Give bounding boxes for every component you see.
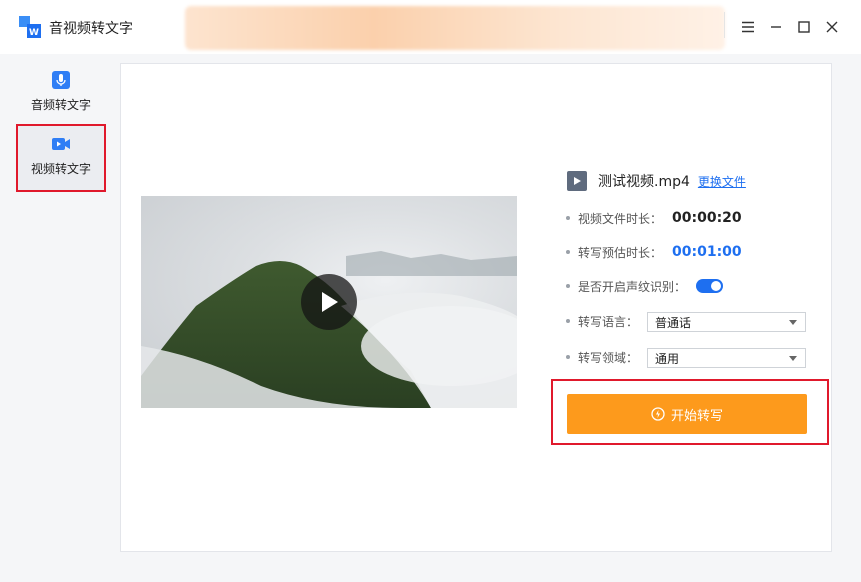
language-select[interactable]: 普通话 (647, 312, 806, 332)
estimate-label: 转写预估时长： (578, 245, 663, 260)
bullet-dot (566, 319, 570, 323)
play-button[interactable] (301, 274, 357, 330)
domain-select[interactable]: 通用 (647, 348, 806, 368)
maximize-icon (798, 21, 810, 33)
language-label: 转写语言： (578, 314, 639, 329)
duration-label: 视频文件时长： (578, 211, 663, 226)
bullet-dot (566, 355, 570, 359)
svg-text:W: W (29, 28, 39, 38)
chevron-down-icon (789, 320, 797, 325)
voiceprint-row: 是否开启声纹识别： (566, 276, 724, 296)
estimate-row: 转写预估时长： 00:01:00 (566, 242, 742, 262)
voiceprint-toggle[interactable] (696, 279, 724, 293)
start-transcribe-button[interactable]: 开始转写 (567, 394, 807, 434)
sidebar: 音频转文字 视频转文字 (0, 54, 120, 582)
file-name: 测试视频.mp4 (598, 174, 690, 190)
language-value: 普通话 (655, 315, 692, 330)
domain-value: 通用 (655, 351, 680, 366)
domain-row: 转写领域： (566, 347, 638, 367)
minimize-icon (771, 26, 781, 28)
start-button-label: 开始转写 (670, 408, 723, 424)
language-row: 转写语言： (566, 311, 638, 331)
coin-icon (651, 407, 665, 421)
play-icon (322, 292, 338, 312)
file-row: 测试视频.mp4 更换文件 (567, 170, 746, 192)
menu-button[interactable] (737, 16, 759, 38)
sidebar-item-video-to-text[interactable]: 视频转文字 (16, 124, 106, 192)
close-icon (826, 21, 838, 33)
close-button[interactable] (821, 16, 843, 38)
app-title: 音视频转文字 (49, 21, 133, 37)
chevron-down-icon (789, 356, 797, 361)
app-logo-icon: W (19, 16, 41, 38)
bullet-dot (566, 284, 570, 288)
maximize-button[interactable] (793, 16, 815, 38)
sidebar-item-label: 视频转文字 (30, 162, 91, 176)
sidebar-item-audio-to-text[interactable]: 音频转文字 (16, 62, 106, 130)
menu-icon (742, 21, 754, 33)
duration-value: 00:00:20 (672, 210, 742, 226)
bullet-dot (566, 250, 570, 254)
video-file-icon (567, 171, 587, 191)
minimize-button[interactable] (765, 16, 787, 38)
promo-banner[interactable] (185, 6, 725, 50)
titlebar-divider (724, 12, 725, 38)
bullet-dot (566, 216, 570, 220)
toggle-knob (711, 281, 722, 291)
duration-row: 视频文件时长： 00:00:20 (566, 208, 742, 228)
sidebar-item-label: 音频转文字 (30, 98, 91, 112)
voiceprint-label: 是否开启声纹识别： (578, 279, 687, 294)
video-camera-icon (52, 138, 70, 150)
microphone-icon (52, 71, 70, 89)
domain-label: 转写领域： (578, 350, 639, 365)
estimate-value: 00:01:00 (672, 244, 742, 260)
change-file-link[interactable]: 更换文件 (698, 173, 746, 190)
title-bar: W 音视频转文字 (0, 0, 861, 54)
